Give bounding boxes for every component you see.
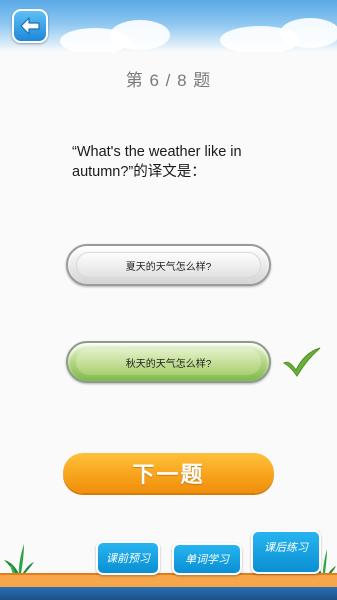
question-progress: 第 6 / 8 题: [125, 71, 212, 90]
question-text: “What's the weather like in autumn?”的译文是…: [72, 144, 242, 180]
back-button[interactable]: [12, 9, 48, 43]
cloud: [280, 18, 337, 48]
answer-option-a[interactable]: 夏天的天气怎么样?: [66, 244, 271, 286]
answer-option-label: 秋天的天气怎么样?: [125, 358, 212, 370]
tab-after-class-practice[interactable]: 课后练习: [251, 530, 321, 574]
sky-header: [0, 0, 337, 52]
answer-option-b[interactable]: 秋天的天气怎么样?: [66, 341, 271, 383]
correct-check-icon: [282, 347, 321, 377]
tab-word-learning[interactable]: 单词学习: [172, 543, 242, 575]
cloud: [110, 20, 170, 50]
tab-pre-class-preview[interactable]: 课前预习: [96, 541, 160, 575]
back-arrow-icon: [20, 17, 40, 35]
ground-base: [0, 587, 337, 600]
answer-option-label: 夏天的天气怎么样?: [125, 261, 212, 273]
next-question-button[interactable]: 下一题: [63, 453, 274, 493]
